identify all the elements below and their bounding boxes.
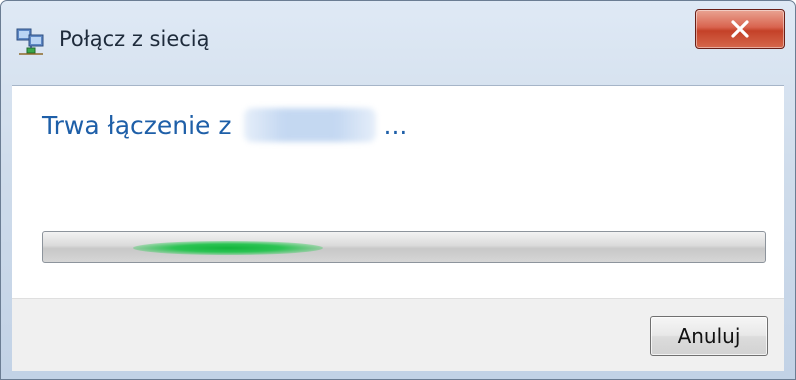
connecting-heading: Trwa łączenie z ... bbox=[42, 108, 407, 142]
title-bar[interactable]: Połącz z siecią bbox=[1, 1, 795, 85]
window-title: Połącz z siecią bbox=[59, 27, 210, 51]
progress-bar bbox=[42, 231, 766, 263]
heading-prefix: Trwa łączenie z bbox=[42, 110, 232, 140]
heading-ellipsis: ... bbox=[383, 110, 408, 140]
network-connect-icon bbox=[15, 26, 45, 56]
close-button[interactable] bbox=[695, 9, 785, 49]
button-bar: Anuluj bbox=[12, 298, 784, 371]
content-panel: Trwa łączenie z ... bbox=[12, 85, 784, 298]
progress-marquee bbox=[133, 241, 323, 255]
close-icon bbox=[730, 20, 750, 38]
network-name-redacted bbox=[243, 108, 376, 142]
dialog-window: Połącz z siecią Trwa łączenie z ... Anul… bbox=[0, 0, 796, 380]
cancel-button[interactable]: Anuluj bbox=[650, 316, 768, 356]
